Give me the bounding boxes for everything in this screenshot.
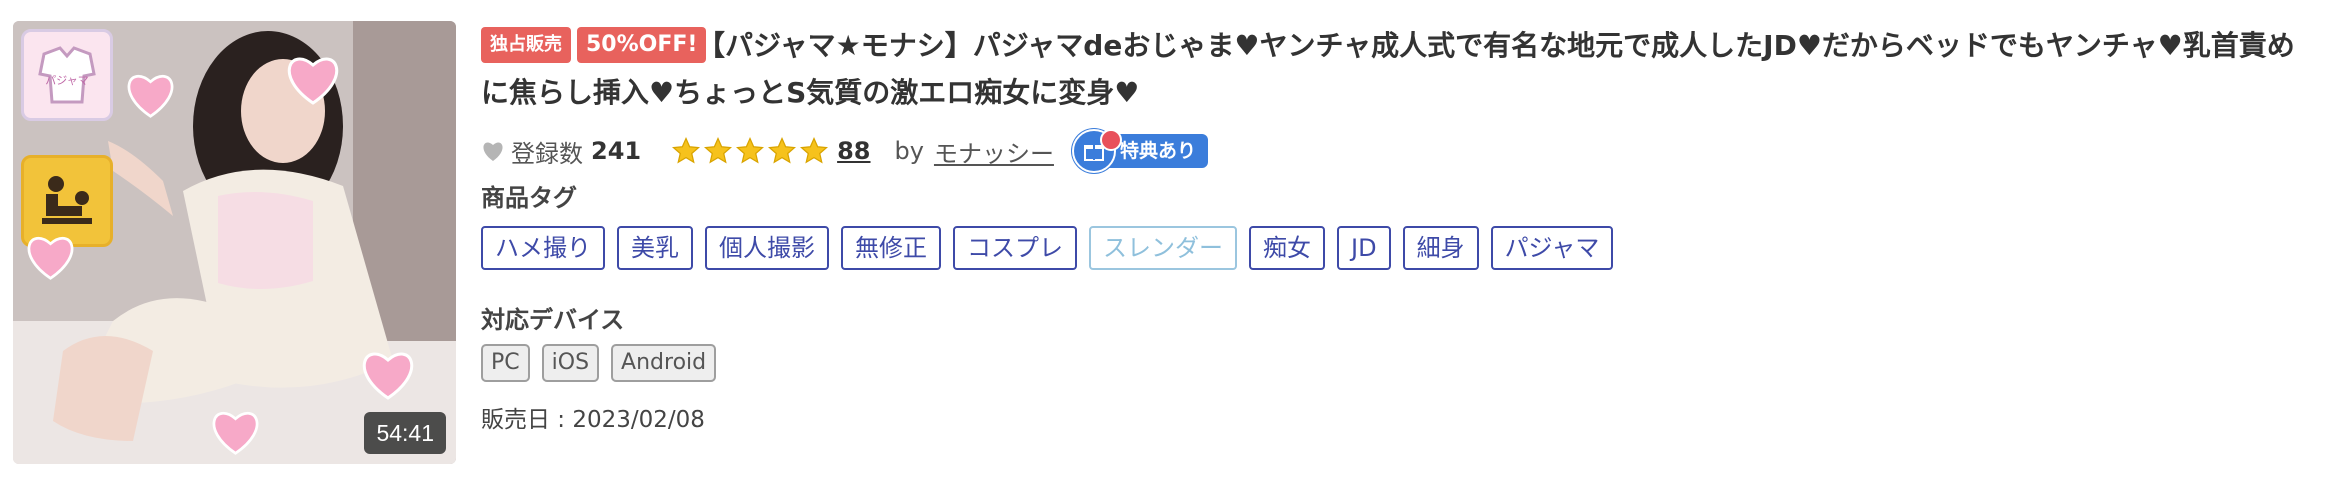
device-badge: iOS <box>541 344 600 382</box>
tag-link[interactable]: ハメ撮り <box>481 226 605 270</box>
product-card: パジャマ 54:41 独占販売 50%OFF! 【パジャマ★モナシ】パジャマde… <box>0 0 2338 482</box>
heart-sticker-icon <box>287 57 339 105</box>
product-title[interactable]: 【パジャマ★モナシ】パジャマdeおじゃま♥ヤンチャ成人式で有名な地元で成人したJ… <box>481 22 2311 116</box>
heart-sticker-icon <box>27 237 74 280</box>
video-duration: 54:41 <box>364 412 446 454</box>
tag-link[interactable]: 無修正 <box>841 226 941 270</box>
tags-section-label: 商品タグ <box>481 184 577 212</box>
heart-sticker-icon <box>362 352 414 400</box>
notification-dot <box>1099 129 1122 151</box>
heart-sticker-icon <box>212 412 259 455</box>
heart-icon[interactable] <box>481 140 505 162</box>
rating-stars <box>671 136 829 166</box>
star-icon <box>672 136 701 164</box>
favorites-label: 登録数 <box>511 139 583 168</box>
perk-badge: 特典あり <box>1071 129 1208 173</box>
devices-section-label: 対応デバイス <box>481 306 625 334</box>
seller-link[interactable]: モナッシー <box>934 134 1054 169</box>
star-icon <box>768 136 797 164</box>
device-badge: PC <box>481 344 530 382</box>
star-icon <box>736 136 765 164</box>
tag-link[interactable]: JD <box>1337 226 1391 270</box>
device-list: PC iOS Android <box>481 344 717 382</box>
star-icon <box>704 136 733 164</box>
tag-link[interactable]: スレンダー <box>1089 226 1237 270</box>
product-meta: 登録数 241 88 by モナッシー 特典あり <box>481 129 1208 173</box>
tag-link[interactable]: 美乳 <box>617 226 693 270</box>
svg-text:パジャマ: パジャマ <box>45 74 88 87</box>
tag-link[interactable]: 細身 <box>1402 226 1479 270</box>
favorites-count: 241 <box>591 137 642 165</box>
pajama-category-icon: パジャマ <box>21 29 113 121</box>
review-count-link[interactable]: 88 <box>837 137 870 165</box>
release-date: 販売日 : 2023/02/08 <box>481 407 705 433</box>
tag-link[interactable]: 痴女 <box>1249 226 1325 270</box>
seller-by-label: by <box>894 137 924 165</box>
tag-list: ハメ撮り 美乳 個人撮影 無修正 コスプレ スレンダー 痴女 JD 細身 パジャマ <box>481 226 1614 270</box>
tag-link[interactable]: コスプレ <box>953 226 1077 270</box>
tag-link[interactable]: 個人撮影 <box>705 226 829 270</box>
tag-link[interactable]: パジャマ <box>1490 226 1614 270</box>
device-badge: Android <box>611 344 717 382</box>
product-thumbnail[interactable]: パジャマ 54:41 <box>13 21 456 464</box>
heart-sticker-icon <box>127 75 174 118</box>
star-icon <box>800 136 829 164</box>
